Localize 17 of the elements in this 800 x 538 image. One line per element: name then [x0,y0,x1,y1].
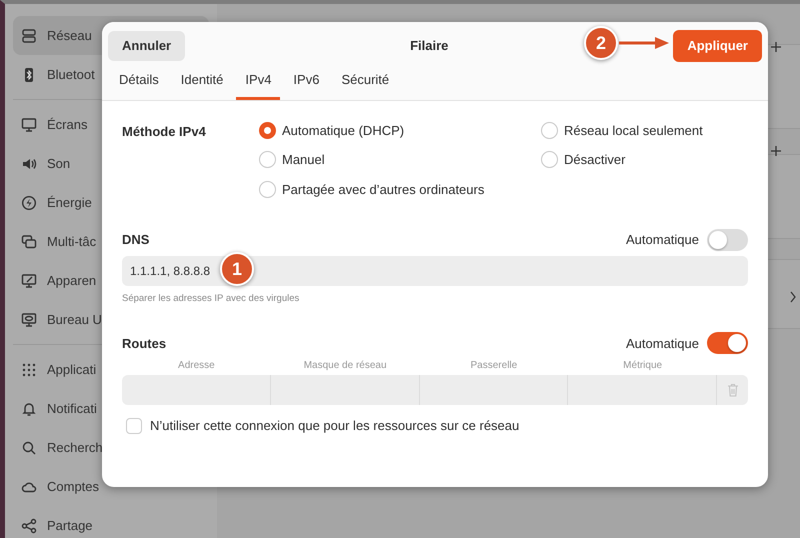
toggle-label: Automatique [626,334,699,353]
column-header: Passerelle [470,359,518,374]
column-header: Adresse [177,359,216,374]
option-label: Désactiver [564,151,626,169]
checkbox-label: N’utiliser cette connexion que pour les ressources sur ce réseau [150,417,520,436]
option-label: Automatique (DHCP) [282,122,404,140]
hint-text: Séparer les adresses IP avec des virgules [122,292,300,306]
column-header: Métrique [622,359,664,374]
section-label: DNS [122,231,150,250]
column-header: Masque de réseau [302,359,388,374]
option-label: Réseau local seulement [564,122,703,140]
section-label: Méthode IPv4 [122,122,207,140]
toggle-label: Automatique [626,231,699,250]
option-label: Manuel [282,151,325,169]
section-label: Routes [122,334,166,352]
dialog-title: Filaire [410,37,448,56]
option-label: Partagée avec d’autres ordinateurs [282,180,484,199]
